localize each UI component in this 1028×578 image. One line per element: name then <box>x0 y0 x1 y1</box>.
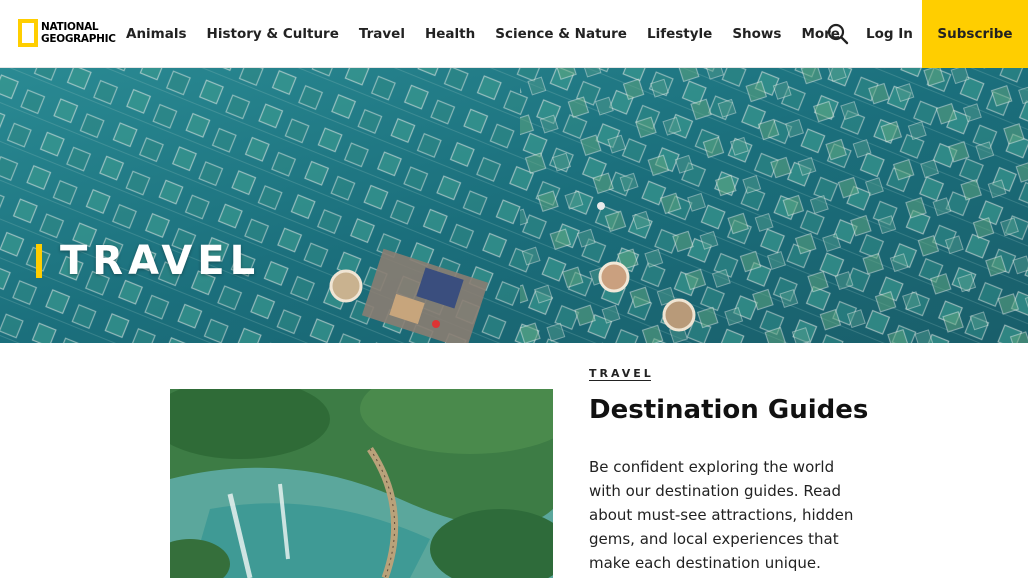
search-icon[interactable] <box>826 22 850 46</box>
nav-item-health[interactable]: Health <box>415 26 485 42</box>
hero-accent-bar <box>36 244 42 278</box>
logo-wordmark: NATIONAL GEOGRAPHIC <box>41 21 116 45</box>
main-nav: Animals History & Culture Travel Health … <box>116 0 850 68</box>
subscribe-button[interactable]: Subscribe <box>922 0 1028 68</box>
nav-item-lifestyle[interactable]: Lifestyle <box>637 26 722 42</box>
site-header: NATIONAL GEOGRAPHIC Animals History & Cu… <box>0 0 1028 68</box>
hero-banner: TRAVEL <box>0 68 1028 343</box>
natgeo-logo[interactable]: NATIONAL GEOGRAPHIC <box>18 19 116 47</box>
nav-item-history-culture[interactable]: History & Culture <box>197 26 349 42</box>
nav-item-science-nature[interactable]: Science & Nature <box>485 26 637 42</box>
destination-guides-image[interactable] <box>170 389 553 578</box>
hero-title: TRAVEL <box>36 236 260 286</box>
hero-title-text: TRAVEL <box>60 238 261 284</box>
nav-item-shows[interactable]: Shows <box>722 26 791 42</box>
card-description: Be confident exploring the world with ou… <box>589 458 854 572</box>
nav-item-travel[interactable]: Travel <box>349 26 415 42</box>
logo-yellow-frame <box>18 19 38 47</box>
login-link[interactable]: Log In <box>866 0 913 68</box>
card-title[interactable]: Destination Guides <box>589 395 868 425</box>
hero-aerial-fish-farm-image <box>0 68 1028 343</box>
nav-item-animals[interactable]: Animals <box>116 26 197 42</box>
logo-line-2: GEOGRAPHIC <box>41 33 116 45</box>
card-kicker[interactable]: TRAVEL <box>589 367 654 381</box>
logo-line-1: NATIONAL <box>41 21 99 33</box>
waterfall-lake-photo <box>170 389 553 578</box>
